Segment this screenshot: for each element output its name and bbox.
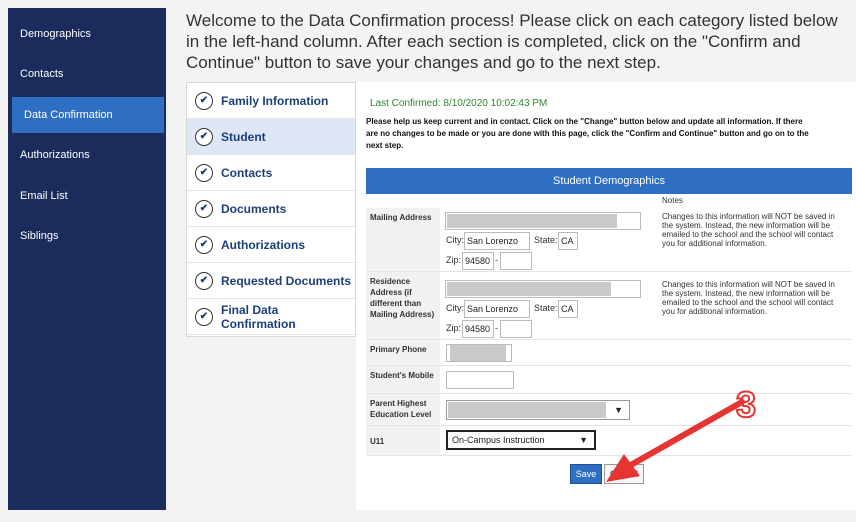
mailing-state-input[interactable]: CA	[558, 232, 578, 250]
step-requested-documents[interactable]: ✔ Requested Documents	[187, 263, 355, 299]
student-mobile-input[interactable]	[446, 371, 514, 389]
parent-education-label: Parent Highest Education Level	[366, 394, 440, 425]
residence-state-input[interactable]: CA	[558, 300, 578, 318]
table-title: Student Demographics	[366, 168, 852, 194]
save-button[interactable]: Save	[570, 464, 602, 484]
step-label: Family Information	[221, 93, 329, 108]
check-icon: ✔	[195, 163, 213, 182]
check-icon: ✔	[195, 271, 213, 290]
check-icon: ✔	[195, 91, 213, 110]
mailing-address-row: Mailing Address City: San Lorenzo State:…	[366, 208, 852, 272]
residence-address-row: Residence Address (if different than Mai…	[366, 272, 852, 340]
residence-city-input[interactable]: San Lorenzo	[464, 300, 530, 318]
nav-item-email-list[interactable]: Email List	[8, 178, 166, 214]
state-label: State:	[534, 235, 558, 245]
u11-label: U11	[366, 426, 440, 455]
step-authorizations[interactable]: ✔ Authorizations	[187, 227, 355, 263]
u11-select[interactable]: On-Campus Instruction ▼	[446, 430, 596, 450]
check-icon: ✔	[195, 235, 213, 254]
last-confirmed-text: Last Confirmed: 8/10/2020 10:02:43 PM	[370, 98, 548, 109]
notes-header: Notes	[662, 196, 683, 205]
city-label: City:	[446, 303, 464, 313]
step-label: Student	[221, 129, 266, 144]
student-mobile-fields	[442, 366, 648, 393]
check-icon: ✔	[195, 199, 213, 218]
step-final-data-confirmation[interactable]: ✔ Final Data Confirmation	[187, 299, 355, 335]
nav-item-contacts[interactable]: Contacts	[8, 56, 166, 92]
residence-address-fields: City: San Lorenzo State: CA Zip: 94580 -	[442, 272, 648, 339]
redacted-block	[447, 214, 617, 228]
student-mobile-label: Student's Mobile	[366, 366, 440, 393]
primary-phone-label: Primary Phone	[366, 340, 440, 365]
mailing-note: Changes to this information will NOT be …	[662, 212, 835, 248]
step-student[interactable]: ✔ Student	[187, 119, 355, 155]
zip-dash: -	[495, 255, 498, 265]
step-label: Authorizations	[221, 237, 305, 252]
u11-selected-value: On-Campus Instruction	[452, 435, 545, 445]
residence-note: Changes to this information will NOT be …	[662, 280, 835, 316]
step-list: ✔ Family Information ✔ Student ✔ Contacts ✔…	[186, 82, 356, 337]
nav-item-siblings[interactable]: Siblings	[8, 218, 166, 254]
residence-zip-ext-input[interactable]	[500, 320, 532, 338]
help-text: Please help us keep current and in conta…	[366, 117, 809, 150]
check-icon: ✔	[195, 307, 213, 326]
redacted-block	[448, 402, 606, 418]
chevron-down-icon: ▼	[579, 435, 588, 445]
redacted-block	[447, 282, 611, 296]
intro-text: Welcome to the Data Confirmation process…	[186, 11, 838, 72]
mailing-address-label: Mailing Address	[366, 208, 440, 271]
mailing-address-fields: City: San Lorenzo State: CA Zip: 94580 -	[442, 208, 648, 271]
nav-item-authorizations[interactable]: Authorizations	[8, 137, 166, 173]
zip-label: Zip:	[446, 255, 462, 265]
step-label: Documents	[221, 201, 287, 216]
left-nav: Demographics Contacts Data Confirmation …	[8, 8, 166, 510]
mailing-zip-ext-input[interactable]	[500, 252, 532, 270]
mailing-city-input[interactable]: San Lorenzo	[464, 232, 530, 250]
residence-address-label: Residence Address (if different than Mai…	[366, 272, 440, 339]
step-documents[interactable]: ✔ Documents	[187, 191, 355, 227]
check-icon: ✔	[195, 127, 213, 146]
zip-label: Zip:	[446, 323, 462, 333]
step-label: Requested Documents	[221, 273, 352, 288]
step-label: Final Data Confirmation	[221, 302, 296, 331]
step-contacts[interactable]: ✔ Contacts	[187, 155, 355, 191]
red-arrow-icon	[606, 399, 745, 482]
city-label: City:	[446, 235, 464, 245]
state-label: State:	[534, 303, 558, 313]
redacted-block	[450, 345, 506, 361]
residence-zip-input[interactable]: 94580	[462, 320, 494, 338]
primary-phone-row: Primary Phone	[366, 340, 852, 366]
mailing-zip-input[interactable]: 94580	[462, 252, 494, 270]
nav-item-data-confirmation[interactable]: Data Confirmation	[12, 97, 164, 133]
step-label: Contacts	[221, 165, 273, 180]
nav-item-demographics[interactable]: Demographics	[8, 16, 166, 52]
step-family-information[interactable]: ✔ Family Information	[187, 83, 355, 119]
zip-dash: -	[495, 323, 498, 333]
primary-phone-fields	[442, 340, 648, 365]
